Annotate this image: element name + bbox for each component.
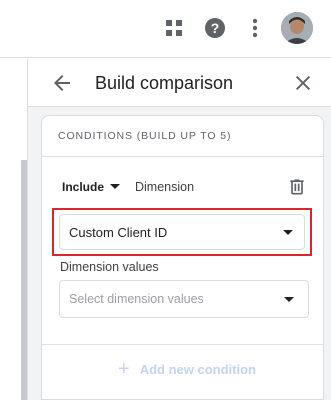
dimension-values-label: Dimension values [60,260,159,274]
add-condition-button[interactable]: + Add new condition [118,357,256,381]
divider [42,344,323,345]
dimension-type-label: Dimension [135,180,195,194]
dimension-values-placeholder: Select dimension values [69,292,204,306]
conditions-card: CONDITIONS (BUILD UP TO 5) Include Dimen… [41,115,324,400]
condition-row: Include Dimension [42,176,323,200]
help-icon[interactable]: ? [202,15,228,41]
delete-icon[interactable] [287,177,307,197]
apps-grid-icon[interactable] [161,15,187,41]
caret-down-icon [110,184,121,190]
top-app-bar: ? [0,0,331,58]
panel-header: Build comparison [28,59,331,107]
panel-title: Build comparison [95,73,234,93]
build-comparison-panel: Build comparison CONDITIONS (BUILD UP TO… [27,59,331,400]
conditions-header: CONDITIONS (BUILD UP TO 5) [42,116,323,157]
include-dropdown[interactable]: Include [62,180,121,194]
dropdown-arrow-icon [283,230,293,235]
add-condition-label: Add new condition [139,361,256,377]
dimension-values-select[interactable]: Select dimension values [59,280,309,318]
highlight-box: Custom Client ID [52,208,312,256]
svg-text:?: ? [211,20,220,36]
more-vert-icon[interactable] [242,15,268,41]
dropdown-arrow-icon [284,297,294,302]
arrow-back-icon[interactable] [50,71,74,95]
include-label: Include [62,180,105,194]
user-avatar[interactable] [281,12,313,44]
close-icon[interactable] [291,71,315,95]
dimension-select-value: Custom Client ID [69,225,168,240]
conditions-label: CONDITIONS (BUILD UP TO 5) [58,130,232,142]
dimension-select[interactable]: Custom Client ID [59,214,305,250]
plus-icon: + [118,358,130,380]
